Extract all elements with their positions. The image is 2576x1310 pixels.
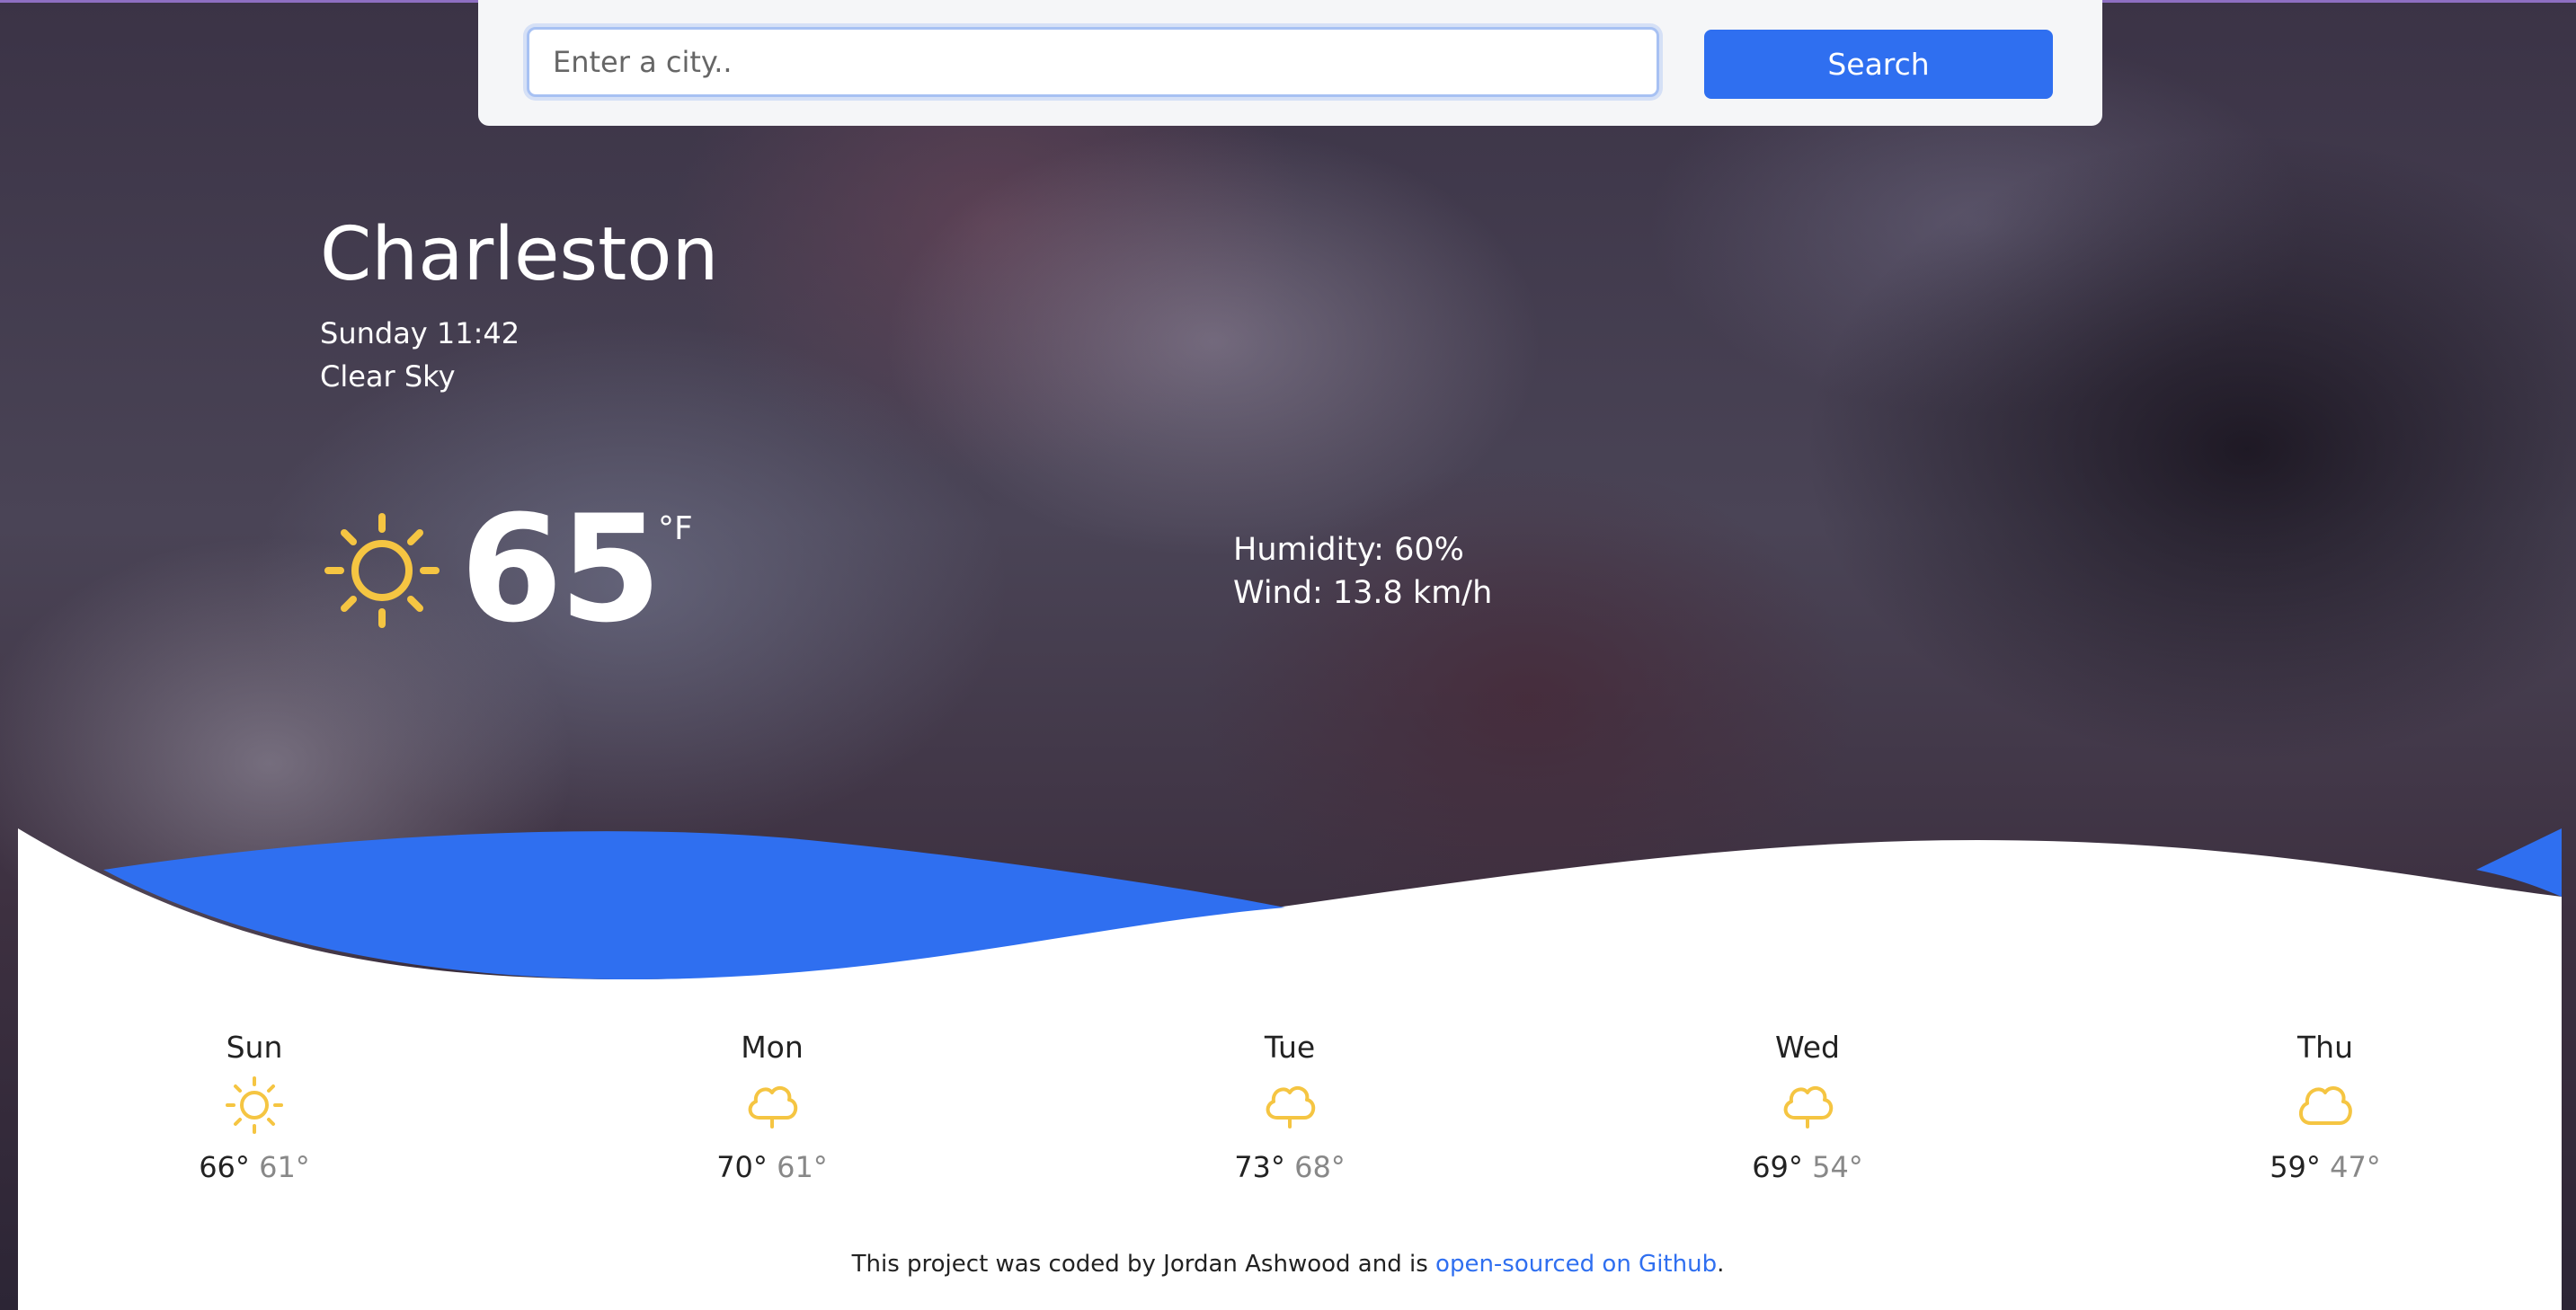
forecast-day-name: Sun [226, 1030, 283, 1065]
cloud-icon [2299, 1086, 2352, 1125]
forecast-day-name: Thu [2297, 1030, 2353, 1065]
humidity: Humidity: 60% [1233, 532, 1464, 568]
forecast-temps: 70° 61° [664, 1150, 880, 1184]
github-link[interactable]: open-sourced on Github [1435, 1251, 1717, 1278]
forecast-day-sun: Sun 66° 61° [147, 1030, 362, 1184]
forecast-temps: 73° 68° [1182, 1150, 1398, 1184]
forecast-high: 69° [1752, 1150, 1803, 1184]
weather-condition: Clear Sky [320, 359, 456, 394]
sun-icon [324, 513, 440, 628]
forecast-high: 66° [199, 1150, 250, 1184]
cloud-icon [748, 1085, 798, 1129]
forecast-low: 54° [1812, 1150, 1863, 1184]
forecast-low: 47° [2330, 1150, 2381, 1184]
forecast-low: 61° [259, 1150, 310, 1184]
cloud-icon [1783, 1085, 1834, 1129]
forecast-high: 59° [2270, 1150, 2321, 1184]
forecast-low: 68° [1294, 1150, 1346, 1184]
forecast-day-name: Tue [1264, 1030, 1316, 1065]
footer: This project was coded by Jordan Ashwood… [0, 1251, 2576, 1278]
search-button[interactable]: Search [1704, 30, 2053, 99]
city-search-input[interactable] [527, 27, 1659, 97]
footer-text: This project was coded by Jordan Ashwood… [851, 1251, 1428, 1278]
cloud-icon [1266, 1085, 1316, 1129]
forecast-day-mon: Mon 70° 61° [664, 1030, 880, 1184]
forecast-day-thu: Thu 59° 47° [2217, 1030, 2433, 1184]
forecast-day-name: Mon [741, 1030, 804, 1065]
forecast-day-tue: Tue 73° 68° [1182, 1030, 1398, 1184]
forecast-temps: 69° 54° [1700, 1150, 1915, 1184]
footer-end: . [1717, 1251, 1725, 1278]
current-datetime: Sunday 11:42 [320, 316, 520, 350]
forecast-high: 73° [1234, 1150, 1285, 1184]
forecast-temps: 66° 61° [147, 1150, 362, 1184]
city-name: Charleston [320, 212, 719, 297]
forecast-high: 70° [716, 1150, 768, 1184]
sun-icon [226, 1076, 283, 1134]
forecast-day-name: Wed [1775, 1030, 1840, 1065]
wind-speed: Wind: 13.8 km/h [1233, 575, 1493, 611]
forecast-low: 61° [777, 1150, 828, 1184]
temperature-unit[interactable]: °F [658, 510, 693, 547]
current-temperature: 65 [460, 483, 662, 655]
forecast-temps: 59° 47° [2217, 1150, 2433, 1184]
search-panel: Search [478, 0, 2102, 126]
forecast-day-wed: Wed 69° 54° [1700, 1030, 1915, 1184]
